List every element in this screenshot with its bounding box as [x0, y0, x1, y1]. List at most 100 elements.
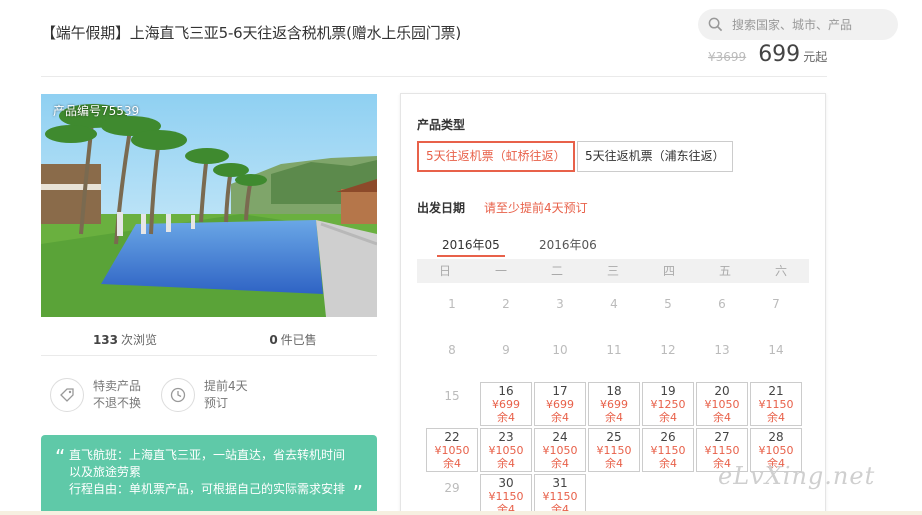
- sold-count-number: 0: [269, 333, 278, 347]
- price-unit: 元起: [803, 50, 828, 64]
- open-quote-icon: “: [55, 445, 66, 469]
- calendar-day: 3: [534, 290, 586, 334]
- day-stock: 余4: [605, 411, 623, 424]
- day-number: 20: [714, 384, 730, 398]
- day-price: ¥1250: [650, 398, 686, 411]
- day-stock: 余4: [551, 457, 569, 470]
- day-price: ¥1050: [434, 444, 470, 457]
- day-price: ¥1150: [704, 444, 740, 457]
- day-number: 30: [498, 476, 514, 490]
- calendar-day-available[interactable]: 30 ¥1150 余4: [480, 474, 532, 515]
- day-number: 7: [772, 297, 780, 311]
- calendar-day: 15: [426, 382, 478, 426]
- product-type-label: 产品类型: [417, 118, 466, 132]
- day-number: 25: [606, 430, 622, 444]
- calendar-day-available[interactable]: 25 ¥1150 余4: [588, 428, 640, 472]
- product-photo[interactable]: 产品编号75539: [41, 94, 377, 317]
- day-number: 10: [552, 343, 568, 357]
- day-number: 3: [556, 297, 564, 311]
- day-number: 17: [552, 384, 568, 398]
- calendar-day-available[interactable]: 19 ¥1250 余4: [642, 382, 694, 426]
- calendar-day-available[interactable]: 22 ¥1050 余4: [426, 428, 478, 472]
- day-price: ¥1050: [704, 398, 740, 411]
- calendar-day: 13: [696, 336, 748, 380]
- calendar-day: 4: [588, 290, 640, 334]
- day-stock: 余4: [659, 457, 677, 470]
- feature-line2: 预订: [204, 396, 229, 410]
- day-stock: 余4: [605, 457, 623, 470]
- calendar-day: 9: [480, 336, 532, 380]
- calendar-day: 29: [426, 474, 478, 515]
- current-price: 699: [758, 42, 801, 67]
- calendar-day-available[interactable]: 26 ¥1150 余4: [642, 428, 694, 472]
- promo-line1: 直飞航班：上海直飞三亚，一站直达，省去转机时间: [69, 448, 346, 462]
- day-number: 6: [718, 297, 726, 311]
- day-number: 1: [448, 297, 456, 311]
- promo-box: “ 直飞航班：上海直飞三亚，一站直达，省去转机时间 以及旅途劳累 行程自由：单机…: [41, 435, 377, 515]
- resort-pool-image: [41, 94, 377, 317]
- day-number: 12: [660, 343, 676, 357]
- product-type-hongqiao[interactable]: 5天往返机票（虹桥往返）: [417, 141, 575, 172]
- day-stock: 余4: [443, 457, 461, 470]
- month-tab-june[interactable]: 2016年06: [539, 236, 597, 257]
- day-price: ¥1150: [596, 444, 632, 457]
- calendar-day: 6: [696, 290, 748, 334]
- month-tab-may[interactable]: 2016年05: [437, 236, 505, 257]
- calendar-day: 1: [426, 290, 478, 334]
- feature-special-sale: 特卖产品 不退不换: [50, 378, 141, 412]
- day-number: 2: [502, 297, 510, 311]
- calendar-day-available[interactable]: 31 ¥1150 余4: [534, 474, 586, 515]
- view-count-label: 次浏览: [121, 333, 158, 347]
- departure-date-label: 出发日期: [417, 201, 466, 215]
- search-placeholder: 搜索国家、城市、产品: [732, 18, 853, 32]
- day-number: 16: [498, 384, 514, 398]
- close-quote-icon: ”: [352, 481, 363, 505]
- day-number: 23: [498, 430, 514, 444]
- booking-hint: 请至少提前4天预订: [484, 201, 588, 215]
- sold-count-label: 件已售: [280, 333, 317, 347]
- day-number: 9: [502, 343, 510, 357]
- view-count: 133 次浏览: [41, 326, 209, 355]
- calendar-day-available[interactable]: 21 ¥1150 余4: [750, 382, 802, 426]
- tag-icon: [50, 378, 84, 412]
- calendar-day: 5: [642, 290, 694, 334]
- site-watermark: eLvXing.net: [718, 462, 876, 490]
- product-stats: 133 次浏览 0 件已售: [41, 326, 377, 356]
- price-row: ¥3699 699 元起: [708, 42, 827, 67]
- calendar-day: 12: [642, 336, 694, 380]
- promo-line3: 行程自由：单机票产品，可根据自己的实际需求安排: [69, 482, 346, 496]
- day-number: 4: [610, 297, 618, 311]
- product-type-pudong[interactable]: 5天往返机票（浦东往返）: [577, 141, 733, 172]
- day-number: 18: [606, 384, 622, 398]
- day-number: 29: [444, 481, 460, 495]
- calendar-day-available[interactable]: 24 ¥1050 余4: [534, 428, 586, 472]
- day-number: 28: [768, 430, 784, 444]
- day-number: 14: [768, 343, 784, 357]
- day-price: ¥699: [492, 398, 520, 411]
- weekday-label: 三: [606, 264, 619, 278]
- search-input[interactable]: 搜索国家、城市、产品: [698, 9, 898, 40]
- weekday-label: 五: [718, 264, 731, 278]
- sold-count: 0 件已售: [209, 326, 377, 355]
- day-number: 15: [444, 389, 460, 403]
- day-price: ¥1150: [758, 398, 794, 411]
- calendar-day-available[interactable]: 23 ¥1050 余4: [480, 428, 532, 472]
- view-count-number: 133: [92, 333, 119, 347]
- day-number: 22: [444, 430, 460, 444]
- calendar-day-available[interactable]: 20 ¥1050 余4: [696, 382, 748, 426]
- day-price: ¥699: [546, 398, 574, 411]
- calendar-day: 10: [534, 336, 586, 380]
- weekday-label: 一: [494, 264, 507, 278]
- calendar-day-available[interactable]: 17 ¥699 余4: [534, 382, 586, 426]
- calendar-day: 8: [426, 336, 478, 380]
- day-price: ¥1050: [488, 444, 524, 457]
- feature-line1: 特卖产品: [93, 379, 142, 393]
- product-title: 【端午假期】上海直飞三亚5-6天往返含税机票(赠水上乐园门票): [41, 24, 462, 42]
- calendar-day-available[interactable]: 18 ¥699 余4: [588, 382, 640, 426]
- original-price: ¥3699: [708, 50, 747, 64]
- day-number: 19: [660, 384, 676, 398]
- calendar-day-available[interactable]: 16 ¥699 余4: [480, 382, 532, 426]
- product-id-caption: 产品编号75539: [53, 104, 140, 118]
- day-price: ¥1150: [542, 490, 578, 503]
- calendar-day: 11: [588, 336, 640, 380]
